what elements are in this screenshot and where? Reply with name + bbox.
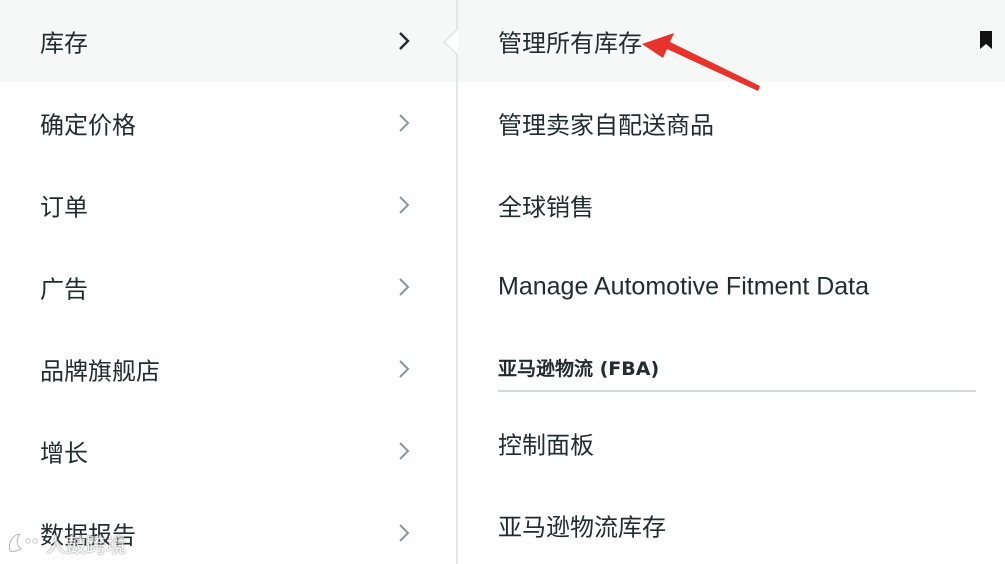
menu-item-label: 广告 xyxy=(40,275,88,304)
submenu-item-label: 管理卖家自配送商品 xyxy=(498,111,714,140)
menu-item-advertising[interactable]: 广告 xyxy=(0,246,456,328)
chevron-right-icon xyxy=(399,114,410,132)
watermark-text: 人鼓跨境 xyxy=(46,532,126,557)
submenu-item-automotive-fitment[interactable]: Manage Automotive Fitment Data xyxy=(458,246,1005,328)
menu-item-brand-store[interactable]: 品牌旗舰店 xyxy=(0,328,456,410)
section-header-fba: 亚马逊物流 (FBA) xyxy=(498,358,660,380)
submenu-item-fba-inventory[interactable]: 亚马逊物流库存 xyxy=(458,484,1005,564)
submenu: 管理所有库存 管理卖家自配送商品 全球销售 Manage Automotive … xyxy=(458,0,1005,564)
chevron-right-icon xyxy=(399,442,410,460)
menu-item-label: 增长 xyxy=(40,439,88,468)
submenu-pointer xyxy=(443,29,458,55)
submenu-item-global-selling[interactable]: 全球销售 xyxy=(458,164,1005,246)
section-divider xyxy=(498,390,976,392)
watermark-logo-icon xyxy=(8,532,38,553)
submenu-item-label: 控制面板 xyxy=(498,431,594,460)
submenu-item-label: Manage Automotive Fitment Data xyxy=(498,272,870,301)
submenu-item-manage-fbm[interactable]: 管理卖家自配送商品 xyxy=(458,82,1005,164)
submenu-item-label: 管理所有库存 xyxy=(498,29,642,58)
submenu-item-label: 亚马逊物流库存 xyxy=(498,513,666,542)
menu-item-inventory[interactable]: 库存 xyxy=(0,0,456,82)
menu-item-label: 订单 xyxy=(40,193,88,222)
chevron-right-icon xyxy=(399,32,410,50)
submenu-item-fba-dashboard[interactable]: 控制面板 xyxy=(458,402,1005,484)
menu-item-label: 确定价格 xyxy=(40,111,136,140)
menu-item-orders[interactable]: 订单 xyxy=(0,164,456,246)
bookmark-icon[interactable] xyxy=(978,29,994,51)
menu-item-pricing[interactable]: 确定价格 xyxy=(0,82,456,164)
menu-item-label: 库存 xyxy=(40,29,88,58)
chevron-right-icon xyxy=(399,278,410,296)
menu-item-label: 品牌旗舰店 xyxy=(40,357,160,386)
chevron-right-icon xyxy=(399,524,410,542)
main-menu: 库存 确定价格 订单 广告 品牌旗舰店 增长 数据报告 xyxy=(0,0,456,564)
submenu-item-manage-all-inventory[interactable]: 管理所有库存 xyxy=(458,0,1005,82)
watermark: 人鼓跨境 xyxy=(6,527,126,559)
chevron-right-icon xyxy=(399,196,410,214)
chevron-right-icon xyxy=(399,360,410,378)
menu-panel: 库存 确定价格 订单 广告 品牌旗舰店 增长 数据报告 管理所有库存 管理卖家自… xyxy=(0,0,1005,564)
menu-item-growth[interactable]: 增长 xyxy=(0,410,456,492)
submenu-item-label: 全球销售 xyxy=(498,193,594,222)
